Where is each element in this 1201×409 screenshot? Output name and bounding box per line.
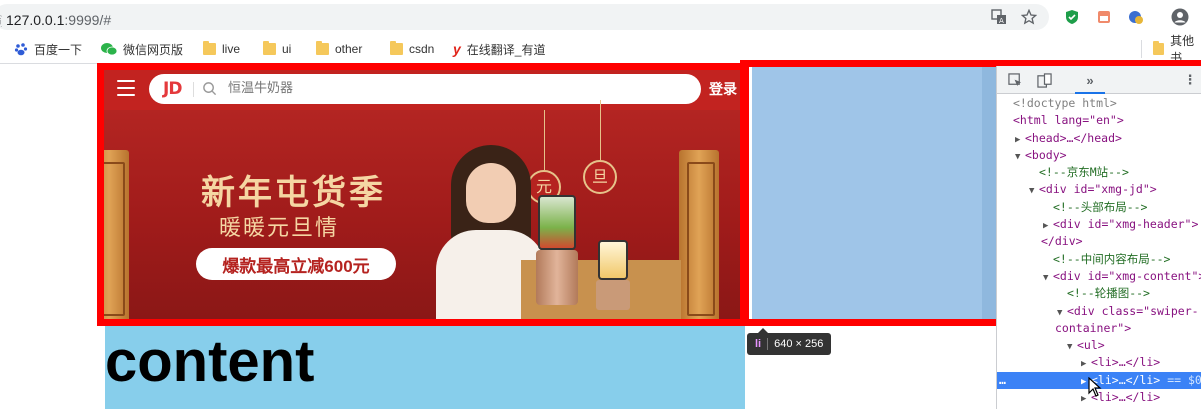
dom-node[interactable]: <!doctype html> <box>997 95 1201 112</box>
decor-pillar-left <box>101 150 129 322</box>
blender-product-image <box>536 195 578 305</box>
dom-node[interactable]: ▶ <head>…</head> <box>997 130 1201 147</box>
dom-node[interactable]: <!--轮播图--> <box>997 285 1201 302</box>
bookmark-baidu[interactable]: 百度一下 <box>14 40 82 58</box>
login-link[interactable]: 登录 <box>709 79 737 99</box>
bookmark-label: 微信网页版 <box>123 42 184 57</box>
inspect-element-icon[interactable] <box>1006 71 1024 89</box>
wechat-icon <box>101 43 117 56</box>
content-heading: content <box>105 329 315 394</box>
bookmark-label: other <box>335 42 363 56</box>
jd-header: JD 登录 <box>101 66 743 110</box>
dom-node[interactable]: ▼ <div class="swiper- <box>997 303 1201 320</box>
dom-node[interactable]: <html lang="en"> <box>997 112 1201 129</box>
page-scrollbar[interactable] <box>982 66 996 322</box>
dom-node[interactable]: ▼ <div id="xmg-jd"> <box>997 181 1201 198</box>
search-input[interactable] <box>228 80 628 95</box>
folder-icon <box>203 41 216 55</box>
youdao-icon: y <box>453 41 461 57</box>
bookmarks-bar: 百度一下 微信网页版 live ui other csdn y 在线翻译_有道 … <box>0 34 1201 65</box>
banner-title: 新年屯货季 <box>201 173 386 213</box>
bookmark-ui[interactable]: ui <box>263 40 291 58</box>
bookmarks-separator <box>1141 40 1142 58</box>
lantern-right-text: 旦 <box>583 160 617 194</box>
dom-node[interactable]: ▼ <div id="xmg-content"> <box>997 268 1201 285</box>
more-tabs-icon[interactable]: » <box>1081 71 1099 89</box>
bookmark-label: csdn <box>409 42 435 56</box>
logo-divider <box>193 82 194 97</box>
baidu-icon <box>14 43 28 56</box>
inspected-li-highlight <box>752 66 982 322</box>
bookmark-label: live <box>222 42 241 56</box>
promo-badge: 爆款最高立减600元 <box>196 248 396 280</box>
active-tab-indicator <box>1075 92 1105 94</box>
dom-node[interactable]: container"> <box>997 320 1201 337</box>
content-section: content <box>105 322 745 409</box>
bookmark-label: 其他书 <box>1170 34 1195 65</box>
devtools-panel: » ⋮ <!doctype html> <html lang="en"> ▶ <h… <box>996 66 1201 409</box>
profile-avatar-icon[interactable] <box>1170 7 1190 27</box>
dom-node[interactable]: ▶ <div id="xmg-header"> <box>997 216 1201 233</box>
devtools-toolbar: » ⋮ <box>997 66 1201 94</box>
node-actions-icon[interactable]: … <box>999 372 1006 389</box>
tooltip-size: 640 × 256 <box>774 338 824 350</box>
extension-shield-icon[interactable] <box>1062 7 1082 27</box>
folder-icon <box>1153 41 1165 55</box>
bookmark-csdn[interactable]: csdn <box>390 40 434 58</box>
url-host: 127.0.0.1 <box>6 12 65 28</box>
tooltip-tag: li <box>755 338 762 350</box>
search-box[interactable]: JD <box>149 74 701 104</box>
blender-small-product-image <box>596 240 630 310</box>
svg-text:A: A <box>999 17 1004 25</box>
device-toolbar-icon[interactable] <box>1035 71 1053 89</box>
url-path: :9999/# <box>64 12 112 28</box>
bookmark-star-icon[interactable] <box>1019 7 1039 27</box>
extension-box-icon[interactable] <box>1094 7 1114 27</box>
devtools-menu-icon[interactable]: ⋮ <box>1181 71 1199 89</box>
dom-node[interactable]: ▼ <body> <box>997 147 1201 164</box>
folder-icon <box>263 41 276 55</box>
dom-node[interactable]: <!--京东M站--> <box>997 164 1201 181</box>
hamburger-menu-icon[interactable] <box>117 80 135 96</box>
dom-node[interactable]: <!--中间内容布局--> <box>997 251 1201 268</box>
bookmark-label: ui <box>282 42 292 56</box>
decor-pillar-right <box>679 150 719 322</box>
dom-node[interactable]: </div> <box>997 233 1201 250</box>
folder-icon <box>390 41 403 55</box>
site-info-icon[interactable]: ⓘ <box>0 13 2 27</box>
url-text[interactable]: 127.0.0.1:9999/# <box>6 12 111 28</box>
bookmark-label: 在线翻译_有道 <box>466 42 546 57</box>
translate-icon[interactable]: A <box>989 7 1009 27</box>
bookmark-youdao[interactable]: y 在线翻译_有道 <box>453 40 545 58</box>
carousel-banner[interactable]: 元 旦 新年屯货季 暖暖元旦情 爆款最高立减600元 <box>101 100 743 322</box>
browser-address-bar: ⓘ 127.0.0.1:9999/# A <box>0 0 1201 34</box>
bookmark-label: 百度一下 <box>34 42 83 57</box>
bookmark-live[interactable]: live <box>203 40 240 58</box>
bookmark-other[interactable]: other <box>316 40 362 58</box>
folder-icon <box>316 41 329 55</box>
dom-node[interactable]: <!--头部布局--> <box>997 199 1201 216</box>
banner-subtitle: 暖暖元旦情 <box>219 216 340 241</box>
dom-node[interactable]: ▶ <li>…</li> <box>997 354 1201 371</box>
mouse-cursor-icon <box>1088 377 1102 397</box>
lantern-right: 旦 <box>583 100 617 194</box>
jd-mobile-page: JD 登录 元 旦 新年屯货季 暖暖元旦情 爆款最高立减600元 <box>101 66 743 322</box>
jd-logo[interactable]: JD <box>163 79 182 99</box>
extension-globe-icon[interactable] <box>1126 7 1146 27</box>
search-icon <box>203 82 217 96</box>
bookmark-other-bookmarks[interactable]: 其他书 <box>1153 34 1201 65</box>
bookmark-wechat[interactable]: 微信网页版 <box>101 40 183 58</box>
url-field[interactable]: ⓘ 127.0.0.1:9999/# <box>0 4 1049 30</box>
dom-node[interactable]: ▼ <ul> <box>997 337 1201 354</box>
element-size-tooltip: li 640 × 256 <box>747 328 832 355</box>
dom-tree: <!doctype html> <html lang="en"> ▶ <head>… <box>997 95 1201 406</box>
